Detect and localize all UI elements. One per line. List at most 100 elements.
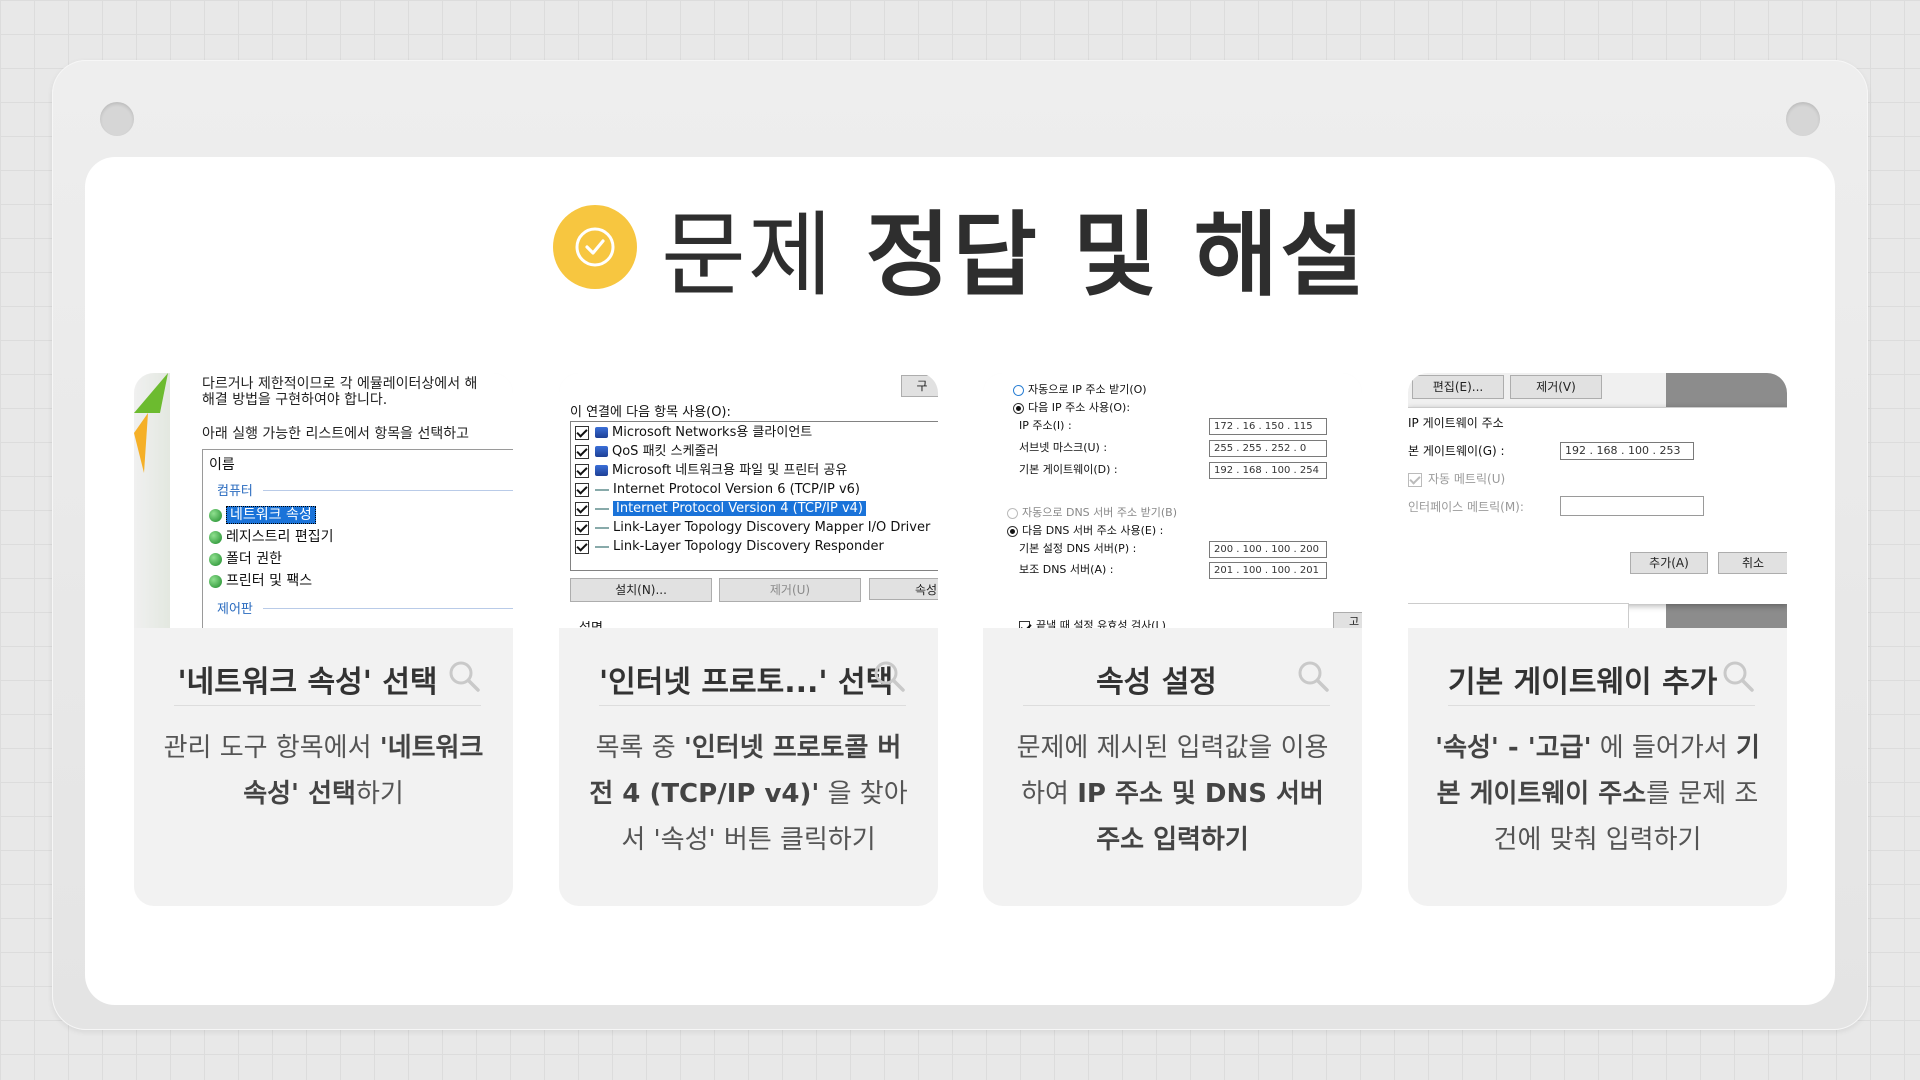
group-divider [263, 608, 513, 609]
metric-field[interactable] [1560, 496, 1704, 516]
ip-label: IP 주소(I) : [1019, 419, 1072, 432]
page-title-row: 문제 정답 및 해설 [0, 198, 1920, 309]
remove-button[interactable]: 제거(U) [719, 578, 861, 602]
side-strip [134, 373, 170, 628]
list-item[interactable]: 레지스트리 편집기 [209, 526, 334, 546]
manual-dns-option[interactable]: 다음 DNS 서버 주소 사용(E) : [1007, 522, 1163, 538]
card-title: 기본 게이트웨이 추가 [1448, 665, 1718, 700]
remove-button[interactable]: 제거(V) [1510, 375, 1602, 399]
dns1-label: 기본 설정 DNS 서버(P) : [1019, 542, 1137, 555]
add-button[interactable]: 추가(A) [1630, 552, 1708, 574]
desc-segment: 에 들어가서 [1591, 733, 1736, 763]
step-card-3: 자동으로 IP 주소 받기(O) 다음 IP 주소 사용(O): IP 주소(I… [983, 373, 1362, 906]
shot-top-text-2: 해결 방법을 구현하여야 합니다. [202, 392, 388, 408]
share-icon [595, 465, 608, 476]
search-icon[interactable] [872, 659, 906, 693]
shot-listbox: 이름 컴퓨터 네트워크 속성 레지스트리 편집기 폴더 권한 프린터 및 팩스 … [202, 449, 513, 628]
gateway-label: 기본 게이트웨이(D) : [1019, 463, 1118, 476]
shot-instruction: 아래 실행 가능한 리스트에서 항목을 선택하고 [202, 426, 469, 442]
auto-metric-checkbox[interactable]: 자동 메트릭(U) [1408, 470, 1505, 487]
component-row[interactable]: Microsoft 네트워크용 파일 및 프린터 공유 [575, 461, 847, 480]
card-header: '인터넷 프로토...' 선택 [599, 653, 906, 706]
manual-ip-option[interactable]: 다음 IP 주소 사용(O): [1013, 399, 1130, 415]
component-row[interactable]: Link-Layer Topology Discovery Responder [575, 537, 884, 556]
network-globe-icon [209, 574, 222, 588]
frame-bolt-left [100, 102, 134, 136]
shot-top-button[interactable]: 구 [901, 375, 938, 397]
protocol-icon [595, 545, 609, 548]
page-title-bold: 정답 및 해설 [865, 201, 1367, 309]
network-globe-icon [209, 552, 222, 566]
gateway-address-dialog: IP 게이트웨이 주소 본 게이트웨이(G) : 192 . 168 . 100… [1408, 407, 1787, 604]
component-row-selected[interactable]: Internet Protocol Version 4 (TCP/IP v4) [575, 499, 866, 518]
edit-button[interactable]: 편집(E)... [1412, 375, 1504, 399]
scheduler-icon [595, 446, 608, 457]
auto-metric-label: 자동 메트릭(U) [1428, 472, 1506, 486]
advanced-button[interactable]: 고 [1333, 612, 1362, 628]
step-card-1: 다르거나 제한적이므로 각 에뮬레이터상에서 해 해결 방법을 구현하여야 합니… [134, 373, 513, 906]
auto-dns-label: 자동으로 DNS 서버 주소 받기(B) [1022, 506, 1177, 519]
metric-label: 인터페이스 메트릭(M): [1408, 500, 1524, 514]
component-label: Internet Protocol Version 6 (TCP/IP v6) [613, 482, 860, 497]
shot-header: 이 연결에 다음 항목 사용(O): [570, 405, 731, 420]
desc-segment: 하기 [355, 779, 404, 809]
ip-address-field[interactable]: 172 . 16 . 150 . 115 [1209, 418, 1327, 435]
dns2-label: 보조 DNS 서버(A) : [1019, 563, 1114, 576]
dialog-title: IP 게이트웨이 주소 [1408, 416, 1504, 430]
auto-ip-label: 자동으로 IP 주소 받기(O) [1028, 383, 1147, 396]
desc-segment: '속성' - '고급' [1435, 733, 1592, 763]
check-circle-icon [553, 205, 638, 289]
screenshot-ip-settings: 자동으로 IP 주소 받기(O) 다음 IP 주소 사용(O): IP 주소(I… [983, 373, 1362, 628]
card-description: 목록 중 '인터넷 프로토콜 버전 4 (TCP/IP v4)' 을 찾아서 '… [585, 725, 912, 863]
card-description: 문제에 제시된 입력값을 이용하여 IP 주소 및 DNS 서버 주소 입력하기 [1009, 725, 1336, 863]
component-row[interactable]: Microsoft Networks용 클라이언트 [575, 423, 812, 442]
list-item-label: 프린터 및 팩스 [226, 573, 313, 589]
search-icon[interactable] [1721, 659, 1755, 693]
component-label: Internet Protocol Version 4 (TCP/IP v4) [613, 501, 866, 516]
auto-dns-option[interactable]: 자동으로 DNS 서버 주소 받기(B) [1007, 504, 1177, 520]
card-title: '네트워크 속성' 선택 [177, 665, 438, 700]
component-label: Microsoft Networks용 클라이언트 [612, 425, 813, 440]
description-label: 설명 [579, 617, 603, 628]
auto-ip-option[interactable]: 자동으로 IP 주소 받기(O) [1013, 381, 1147, 397]
search-icon[interactable] [447, 659, 481, 693]
subnet-mask-field[interactable]: 255 . 255 . 252 . 0 [1209, 440, 1327, 457]
desc-segment: 관리 도구 항목에서 [163, 733, 380, 763]
manual-dns-label: 다음 DNS 서버 주소 사용(E) : [1022, 524, 1164, 537]
protocol-icon [595, 526, 609, 529]
leaf-icon [134, 373, 168, 473]
preferred-dns-field[interactable]: 200 . 100 . 100 . 200 [1209, 541, 1327, 558]
protocol-icon [595, 507, 609, 510]
component-row[interactable]: QoS 패킷 스케줄러 [575, 442, 718, 461]
properties-button[interactable]: 속성 [869, 578, 938, 600]
list-item-label: 폴더 권한 [226, 551, 282, 567]
screenshot-network-list: 다르거나 제한적이므로 각 에뮬레이터상에서 해 해결 방법을 구현하여야 합니… [134, 373, 513, 628]
shot-group-control-panel: 제어판 [217, 602, 253, 617]
card-title: 속성 설정 [1096, 665, 1217, 700]
gateway-field[interactable]: 192 . 168 . 100 . 253 [1560, 442, 1694, 460]
search-icon[interactable] [1296, 659, 1330, 693]
card-header: 기본 게이트웨이 추가 [1448, 653, 1755, 706]
step-card-2: 구 이 연결에 다음 항목 사용(O): Microsoft Networks용… [559, 373, 938, 906]
list-item[interactable]: 폴더 권한 [209, 548, 282, 568]
gateway-field[interactable]: 192 . 168 . 100 . 254 [1209, 462, 1327, 479]
validate-checkbox[interactable]: 끝낼 때 설정 유효성 검사(L) [1019, 617, 1166, 628]
screenshot-gateway-dialog: 편집(E)... 제거(V) IP 게이트웨이 주소 본 게이트웨이(G) : … [1408, 373, 1787, 628]
underlying-list [1408, 603, 1629, 628]
list-item-label: 레지스트리 편집기 [226, 529, 334, 545]
cancel-button[interactable]: 취소 [1718, 552, 1787, 574]
component-label: QoS 패킷 스케줄러 [612, 444, 719, 459]
component-label: Link-Layer Topology Discovery Responder [613, 539, 884, 554]
manual-ip-label: 다음 IP 주소 사용(O): [1028, 401, 1131, 414]
install-button[interactable]: 설치(N)... [570, 578, 712, 602]
card-description: '속성' - '고급' 에 들어가서 기본 게이트웨이 주소를 문제 조건에 맞… [1434, 725, 1761, 863]
page-title: 문제 정답 및 해설 [661, 181, 1367, 314]
protocol-icon [595, 488, 609, 491]
screenshot-protocol-list: 구 이 연결에 다음 항목 사용(O): Microsoft Networks용… [559, 373, 938, 628]
list-item[interactable]: 프린터 및 팩스 [209, 570, 312, 590]
list-item[interactable]: 네트워크 속성 [209, 504, 316, 524]
alternate-dns-field[interactable]: 201 . 100 . 100 . 201 [1209, 562, 1327, 579]
validate-label: 끝낼 때 설정 유효성 검사(L) [1036, 619, 1166, 628]
component-row[interactable]: Internet Protocol Version 6 (TCP/IP v6) [575, 480, 860, 499]
component-row[interactable]: Link-Layer Topology Discovery Mapper I/O… [575, 518, 930, 537]
